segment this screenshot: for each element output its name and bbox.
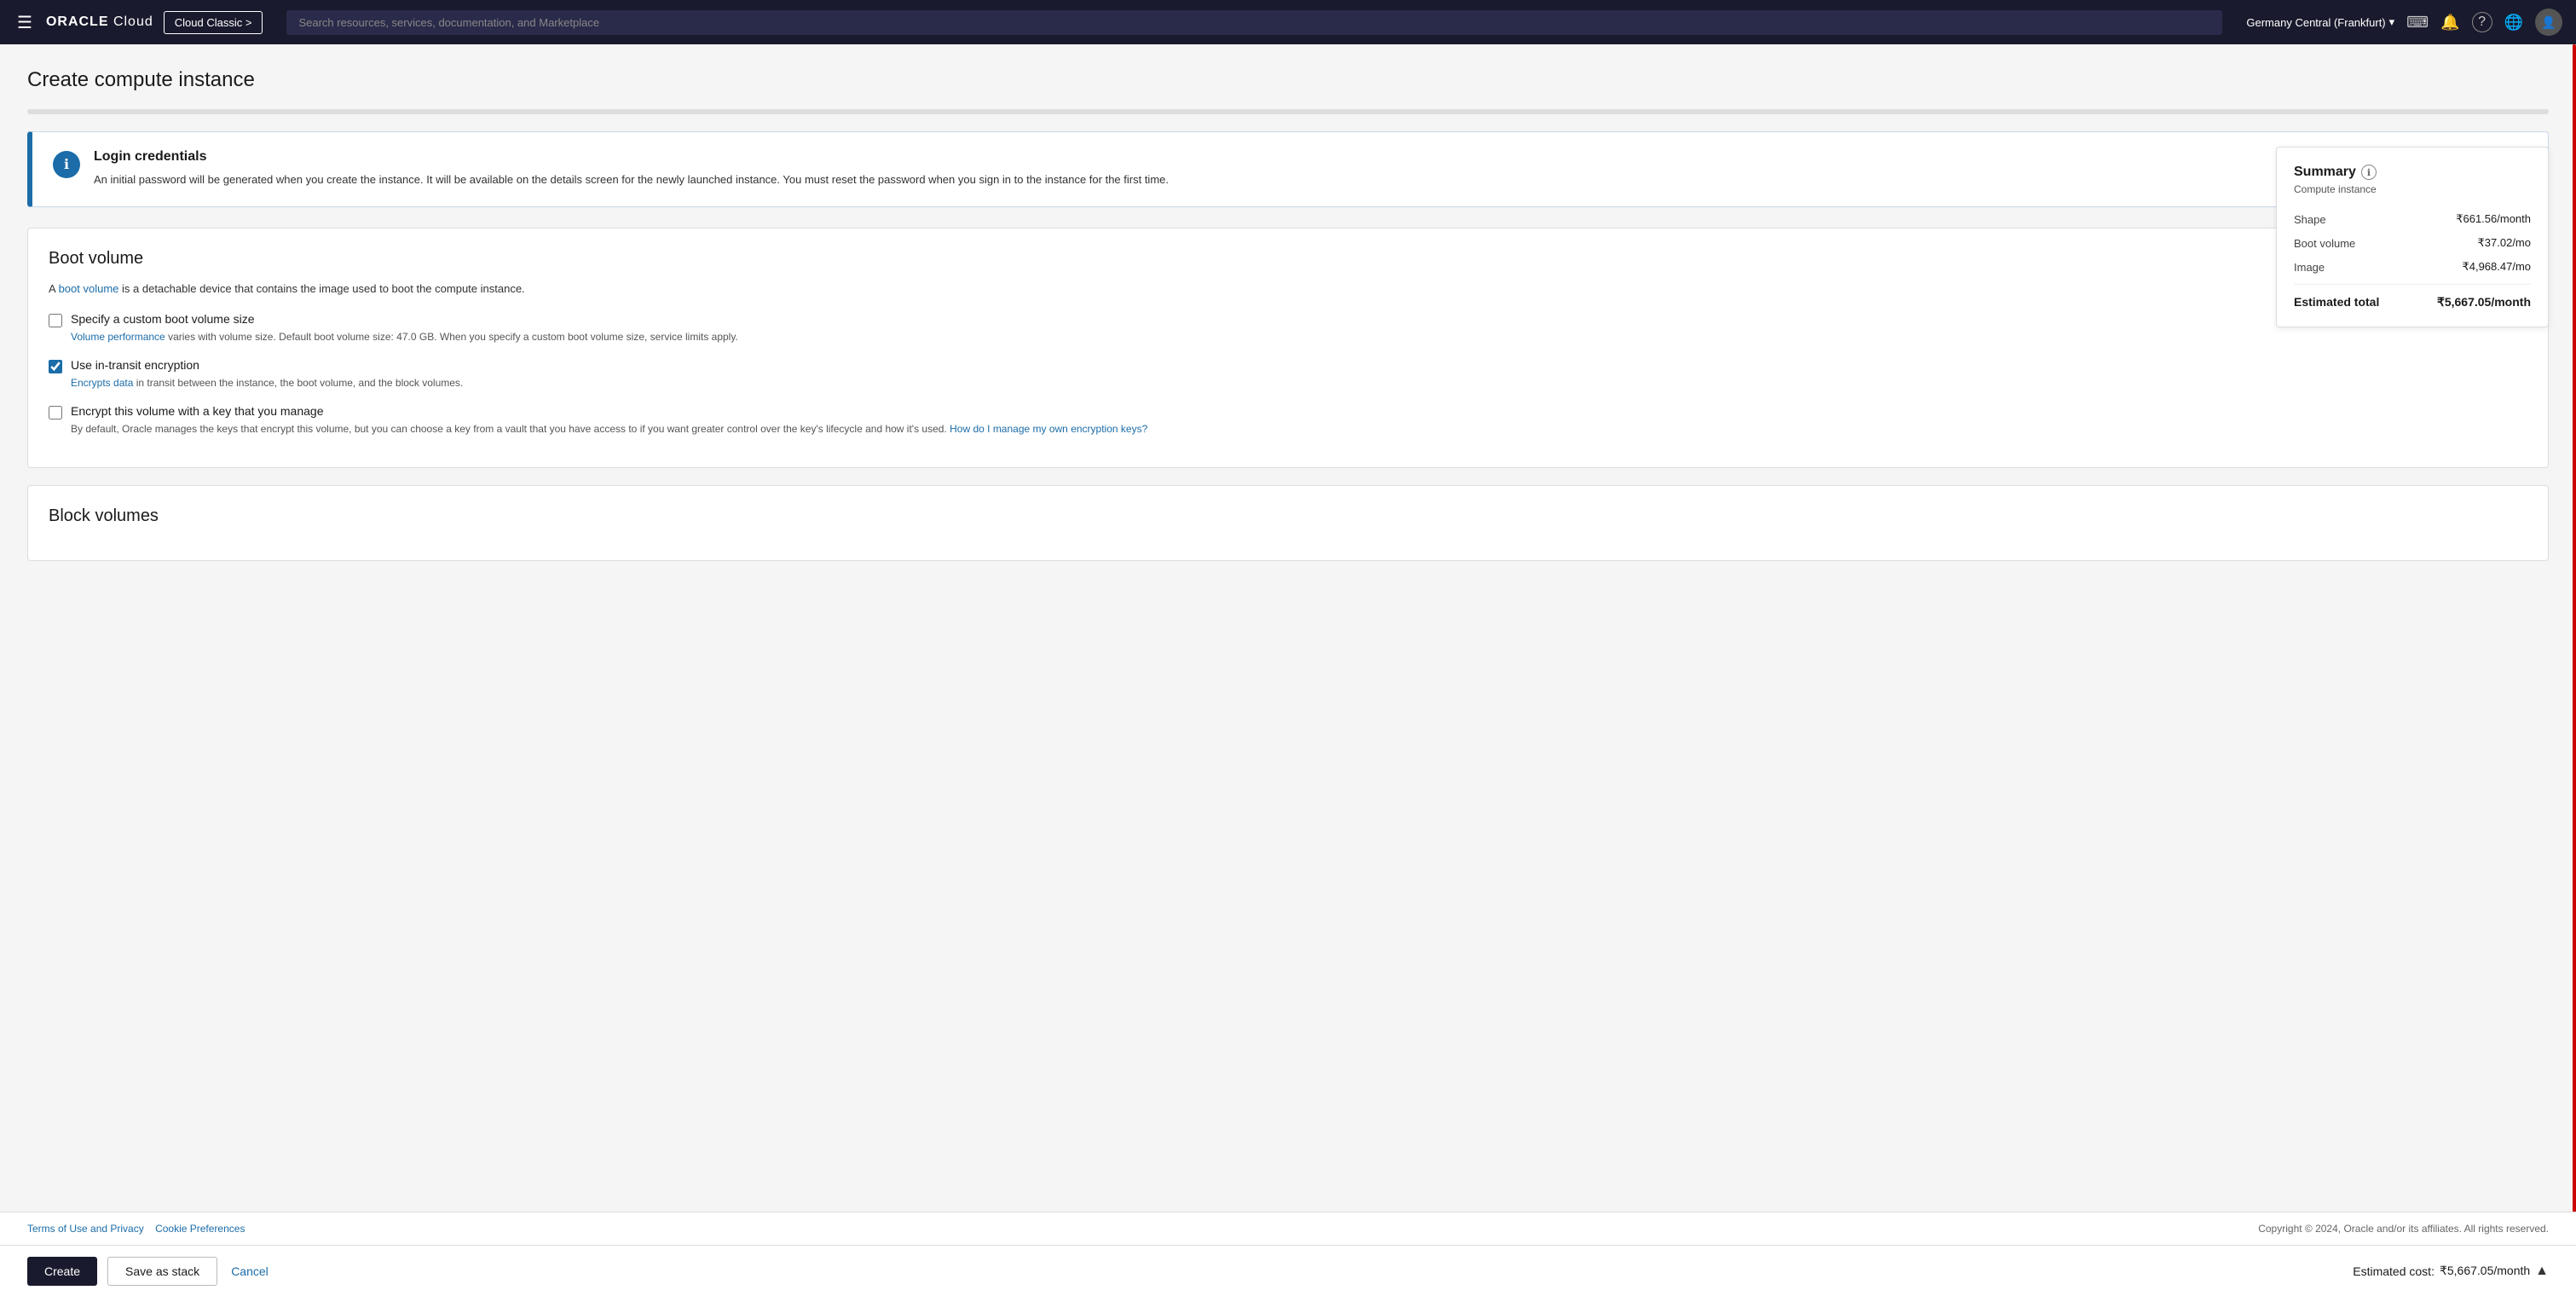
custom-size-checkbox[interactable] (49, 314, 62, 327)
footer-left: Terms of Use and Privacy Cookie Preferen… (27, 1223, 245, 1235)
region-selector[interactable]: Germany Central (Frankfurt) ▾ (2246, 15, 2394, 29)
own-key-encrypt-row: Encrypt this volume with a key that you … (49, 404, 2527, 437)
boot-volume-value: ₹37.02/mo (2478, 236, 2531, 250)
image-value: ₹4,968.47/mo (2462, 260, 2531, 274)
language-icon[interactable]: 🌐 (2504, 14, 2523, 32)
custom-size-hint: Volume performance varies with volume si… (71, 329, 2527, 344)
transit-encryption-content: Use in-transit encryption Encrypts data … (71, 358, 2527, 391)
login-credentials-title: Login credentials (94, 149, 1169, 165)
boot-volume-title: Boot volume (49, 249, 2527, 269)
create-button[interactable]: Create (27, 1257, 97, 1286)
top-navbar: ☰ ORACLE Cloud Cloud Classic > Germany C… (0, 0, 2576, 44)
estimated-cost-label: Estimated cost: (2353, 1264, 2434, 1278)
custom-size-row: Specify a custom boot volume size Volume… (49, 312, 2527, 344)
summary-shape-row: Shape ₹661.56/month (2294, 212, 2531, 226)
transit-encryption-hint: Encrypts data in transit between the ins… (71, 375, 2527, 391)
estimated-total-label: Estimated total (2294, 295, 2379, 310)
summary-total-row: Estimated total ₹5,667.05/month (2294, 295, 2531, 310)
image-label: Image (2294, 261, 2325, 274)
summary-boot-volume-row: Boot volume ₹37.02/mo (2294, 236, 2531, 250)
main-layout: Create compute instance ℹ Login credenti… (0, 44, 2576, 1296)
boot-volume-section: Boot volume A boot volume is a detachabl… (27, 228, 2549, 468)
cloud-classic-button[interactable]: Cloud Classic > (164, 11, 263, 34)
page-footer: Terms of Use and Privacy Cookie Preferen… (0, 1212, 2576, 1245)
summary-header: Summary ℹ (2294, 165, 2531, 180)
summary-subtitle: Compute instance (2294, 183, 2531, 195)
scroll-indicator-top (27, 109, 2549, 114)
scroll-bar (2573, 44, 2576, 1296)
own-key-content: Encrypt this volume with a key that you … (71, 404, 2527, 437)
estimated-cost-display: Estimated cost: ₹5,667.05/month ▲ (2353, 1264, 2549, 1279)
page-title: Create compute instance (27, 68, 2549, 92)
shape-label: Shape (2294, 213, 2326, 226)
hamburger-icon[interactable]: ☰ (14, 9, 36, 37)
estimated-cost-value: ₹5,667.05/month (2440, 1264, 2530, 1278)
scroll-indicator-right (2571, 44, 2576, 1296)
info-card-icon: ℹ (53, 151, 80, 178)
login-credentials-content: Login credentials An initial password wi… (94, 149, 1169, 189)
expand-cost-icon[interactable]: ▲ (2535, 1264, 2549, 1279)
cancel-link[interactable]: Cancel (228, 1258, 272, 1285)
action-bar: Create Save as stack Cancel Estimated co… (0, 1245, 2576, 1296)
shape-value: ₹661.56/month (2456, 212, 2531, 226)
transit-encryption-label[interactable]: Use in-transit encryption (71, 358, 199, 372)
manage-keys-link[interactable]: How do I manage my own encryption keys? (950, 423, 1147, 435)
content-area: Create compute instance ℹ Login credenti… (0, 44, 2576, 1296)
cookies-link[interactable]: Cookie Preferences (155, 1223, 245, 1235)
navbar-right: Germany Central (Frankfurt) ▾ ⌨ 🔔 ? 🌐 👤 (2246, 9, 2562, 36)
own-key-checkbox[interactable] (49, 406, 62, 419)
volume-performance-link[interactable]: Volume performance (71, 331, 165, 343)
save-as-stack-button[interactable]: Save as stack (107, 1257, 217, 1286)
search-input[interactable] (286, 10, 2222, 35)
own-key-hint: By default, Oracle manages the keys that… (71, 421, 2527, 437)
notifications-icon[interactable]: 🔔 (2440, 14, 2459, 32)
summary-divider (2294, 284, 2531, 285)
boot-volume-label: Boot volume (2294, 237, 2355, 250)
boot-volume-desc: A boot volume is a detachable device tha… (49, 282, 2527, 295)
login-credentials-card: ℹ Login credentials An initial password … (27, 131, 2549, 207)
transit-encryption-checkbox[interactable] (49, 360, 62, 373)
summary-info-icon[interactable]: ℹ (2361, 165, 2377, 180)
estimated-total-value: ₹5,667.05/month (2437, 295, 2531, 310)
login-credentials-desc: An initial password will be generated wh… (94, 171, 1169, 189)
summary-image-row: Image ₹4,968.47/mo (2294, 260, 2531, 274)
encrypts-data-link[interactable]: Encrypts data (71, 377, 133, 389)
oracle-logo: ORACLE Cloud (46, 14, 153, 30)
summary-title: Summary (2294, 165, 2356, 180)
user-avatar[interactable]: 👤 (2535, 9, 2562, 36)
terms-link[interactable]: Terms of Use and Privacy (27, 1223, 144, 1235)
search-bar (286, 10, 2222, 35)
help-icon[interactable]: ? (2472, 12, 2492, 32)
block-volumes-section: Block volumes (27, 485, 2549, 561)
custom-size-content: Specify a custom boot volume size Volume… (71, 312, 2527, 344)
block-volumes-title: Block volumes (49, 506, 2527, 526)
own-key-label[interactable]: Encrypt this volume with a key that you … (71, 404, 323, 418)
transit-encryption-row: Use in-transit encryption Encrypts data … (49, 358, 2527, 391)
summary-panel: Summary ℹ Compute instance Shape ₹661.56… (2276, 147, 2549, 327)
terminal-icon[interactable]: ⌨ (2406, 14, 2429, 32)
boot-volume-link[interactable]: boot volume (59, 282, 119, 295)
custom-size-label[interactable]: Specify a custom boot volume size (71, 312, 255, 326)
footer-right: Copyright © 2024, Oracle and/or its affi… (2258, 1223, 2549, 1235)
